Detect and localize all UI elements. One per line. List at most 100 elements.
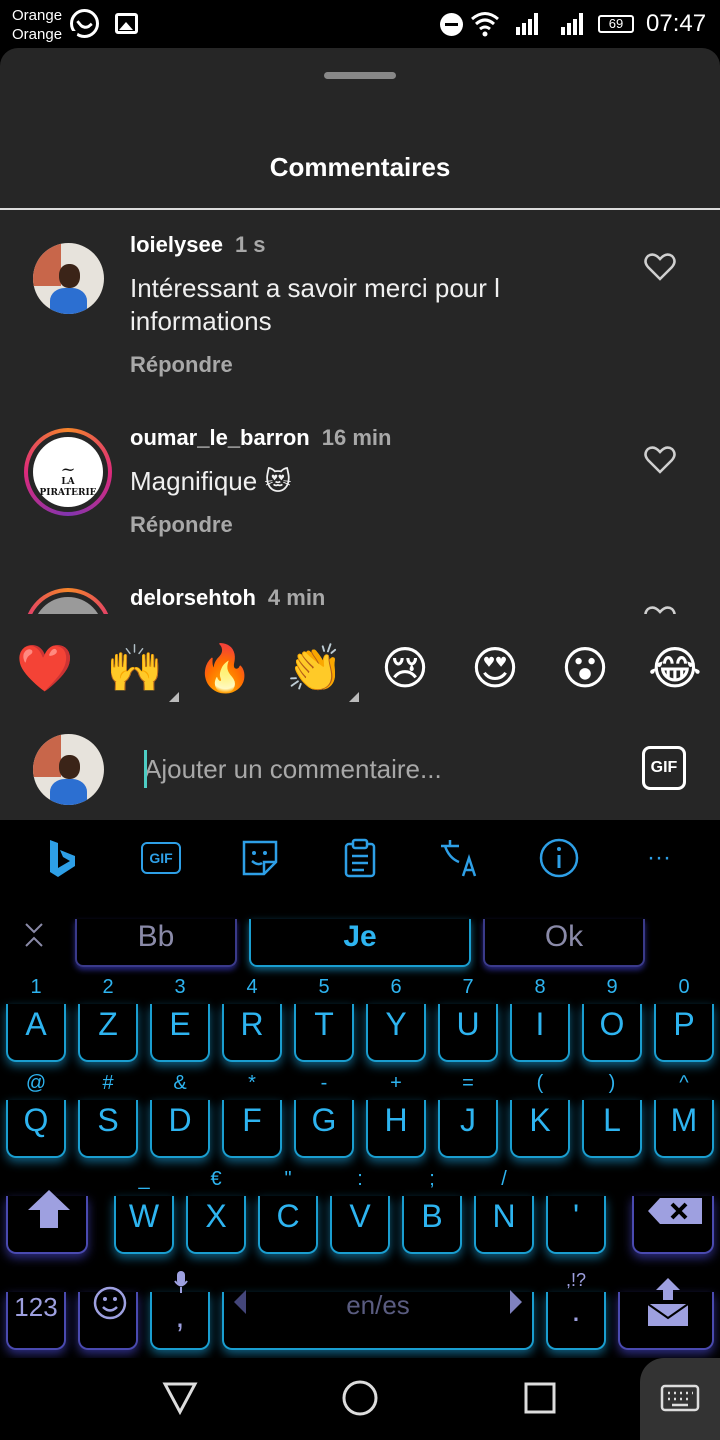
key-hint: + (390, 1072, 402, 1094)
key-n[interactable]: / N (474, 1168, 534, 1254)
comment-username[interactable]: oumar_le_barron (130, 425, 310, 450)
comment-username[interactable]: loielysee (130, 232, 223, 257)
signal-icon (516, 11, 542, 35)
avatar-story-ring[interactable]: ~ LA PIRATERIE (24, 428, 112, 516)
key-hint: & (173, 1072, 187, 1094)
key-hint: ( (536, 1072, 544, 1094)
key-label: Y (385, 1006, 407, 1042)
key-hint: 5 (318, 976, 330, 998)
gif-icon[interactable]: GIF (139, 836, 183, 880)
comma-key[interactable]: , (150, 1271, 210, 1350)
translate-icon[interactable] (437, 836, 481, 880)
info-icon[interactable] (537, 836, 581, 880)
key-apostrophe[interactable]: ' (546, 1196, 606, 1254)
avatar[interactable] (33, 243, 104, 314)
key-a[interactable]: 1A (6, 976, 66, 1062)
backspace-key[interactable] (632, 1196, 714, 1254)
key-z[interactable]: 2Z (78, 976, 138, 1062)
clipboard-icon[interactable] (338, 836, 382, 880)
space-key[interactable]: en/es (222, 1290, 534, 1350)
gif-button[interactable]: GIF (642, 746, 686, 790)
key-label: A (25, 1006, 47, 1042)
key-d[interactable]: & D (150, 1072, 210, 1158)
suggestion-primary[interactable]: Je (249, 919, 471, 967)
skin-tone-indicator (169, 692, 179, 702)
key-r[interactable]: 4R (222, 976, 282, 1062)
key-h[interactable]: + H (366, 1072, 426, 1158)
reply-button[interactable]: Répondre (130, 351, 233, 379)
comma-label: , (175, 1298, 185, 1334)
sheet-drag-handle[interactable] (324, 72, 396, 79)
emoji-key[interactable] (78, 1286, 138, 1350)
shift-key[interactable] (6, 1190, 88, 1254)
comment-header: delorsehtoh 4 min (130, 584, 325, 612)
key-k[interactable]: (K (510, 1072, 570, 1158)
back-icon[interactable] (162, 1381, 198, 1415)
comment-input[interactable]: Ajouter un commentaire... (144, 752, 442, 786)
key-l[interactable]: ) L (582, 1072, 642, 1158)
emoji-heart-eyes[interactable]: 😍 (465, 640, 525, 696)
gif-icon-label: GIF (141, 842, 181, 874)
key-hint: ^ (679, 1072, 689, 1094)
key-b[interactable]: ; B (402, 1168, 462, 1254)
like-heart-icon[interactable] (644, 606, 676, 614)
key-hint: " (284, 1168, 292, 1190)
emoji-heart[interactable]: ❤️ (15, 640, 75, 696)
key-u[interactable]: 7U (438, 976, 498, 1062)
key-q[interactable]: @ Q (6, 1072, 66, 1158)
recents-icon[interactable] (524, 1382, 556, 1414)
key-w[interactable]: _ W (114, 1168, 174, 1254)
like-heart-icon[interactable] (644, 253, 676, 281)
key-i[interactable]: 8I (510, 976, 570, 1062)
suggestion[interactable]: Ok (483, 919, 645, 967)
comment-username[interactable]: delorsehtoh (130, 585, 256, 610)
numbers-key[interactable]: 123 (6, 1292, 66, 1350)
bing-icon[interactable] (40, 836, 84, 880)
keyboard-icon (660, 1384, 700, 1412)
key-p[interactable]: 0P (654, 976, 714, 1062)
reply-button[interactable]: Répondre (130, 511, 233, 539)
emoji-surprised[interactable]: 😮 (555, 640, 615, 696)
key-hint: 4 (246, 976, 258, 998)
key-f[interactable]: * F (222, 1072, 282, 1158)
key-j[interactable]: = J (438, 1072, 498, 1158)
key-o[interactable]: 9O (582, 976, 642, 1062)
key-x[interactable]: € X (186, 1168, 246, 1254)
emoji-raising-hands[interactable]: 🙌 (105, 640, 179, 702)
key-y[interactable]: 6Y (366, 976, 426, 1062)
key-t[interactable]: 5T (294, 976, 354, 1062)
key-e[interactable]: 3E (150, 976, 210, 1062)
key-hint: = (462, 1072, 474, 1094)
key-g[interactable]: -G (294, 1072, 354, 1158)
emoji-laughing[interactable]: 😂 (645, 640, 705, 696)
emoji-clap[interactable]: 👏 (285, 640, 359, 702)
avatar-story-ring[interactable] (24, 588, 112, 614)
comment-time: 1 s (234, 232, 266, 257)
key-label: Z (98, 1006, 118, 1042)
key-label: P (673, 1006, 695, 1042)
key-hint: - (320, 1072, 328, 1094)
send-key[interactable] (618, 1278, 714, 1350)
sticker-icon[interactable] (238, 836, 282, 880)
period-key[interactable]: ,!? . (546, 1270, 606, 1350)
key-m[interactable]: ^ M (654, 1072, 714, 1158)
keyboard-switch-button[interactable] (640, 1358, 720, 1440)
key-v[interactable]: :V (330, 1168, 390, 1254)
key-label: E (169, 1006, 191, 1042)
home-icon[interactable] (342, 1380, 378, 1416)
emoji-crying[interactable]: 😢 (375, 640, 435, 696)
comments-list[interactable]: loielysee 1 s Intéressant a savoir merci … (0, 212, 720, 614)
collapse-icon[interactable] (22, 920, 46, 950)
emoji-fire[interactable]: 🔥 (195, 640, 255, 696)
like-heart-icon[interactable] (644, 446, 676, 474)
key-label: Q (23, 1102, 49, 1138)
key-c[interactable]: " C (258, 1168, 318, 1254)
suggestion[interactable]: Bb (75, 919, 237, 967)
text-caret (144, 750, 147, 788)
key-label: U (456, 1006, 480, 1042)
key-label: K (529, 1102, 551, 1138)
key-s[interactable]: # S (78, 1072, 138, 1158)
more-icon[interactable]: ··· (637, 836, 681, 880)
key-hint: 2 (102, 976, 114, 998)
key-hint: 8 (534, 976, 546, 998)
